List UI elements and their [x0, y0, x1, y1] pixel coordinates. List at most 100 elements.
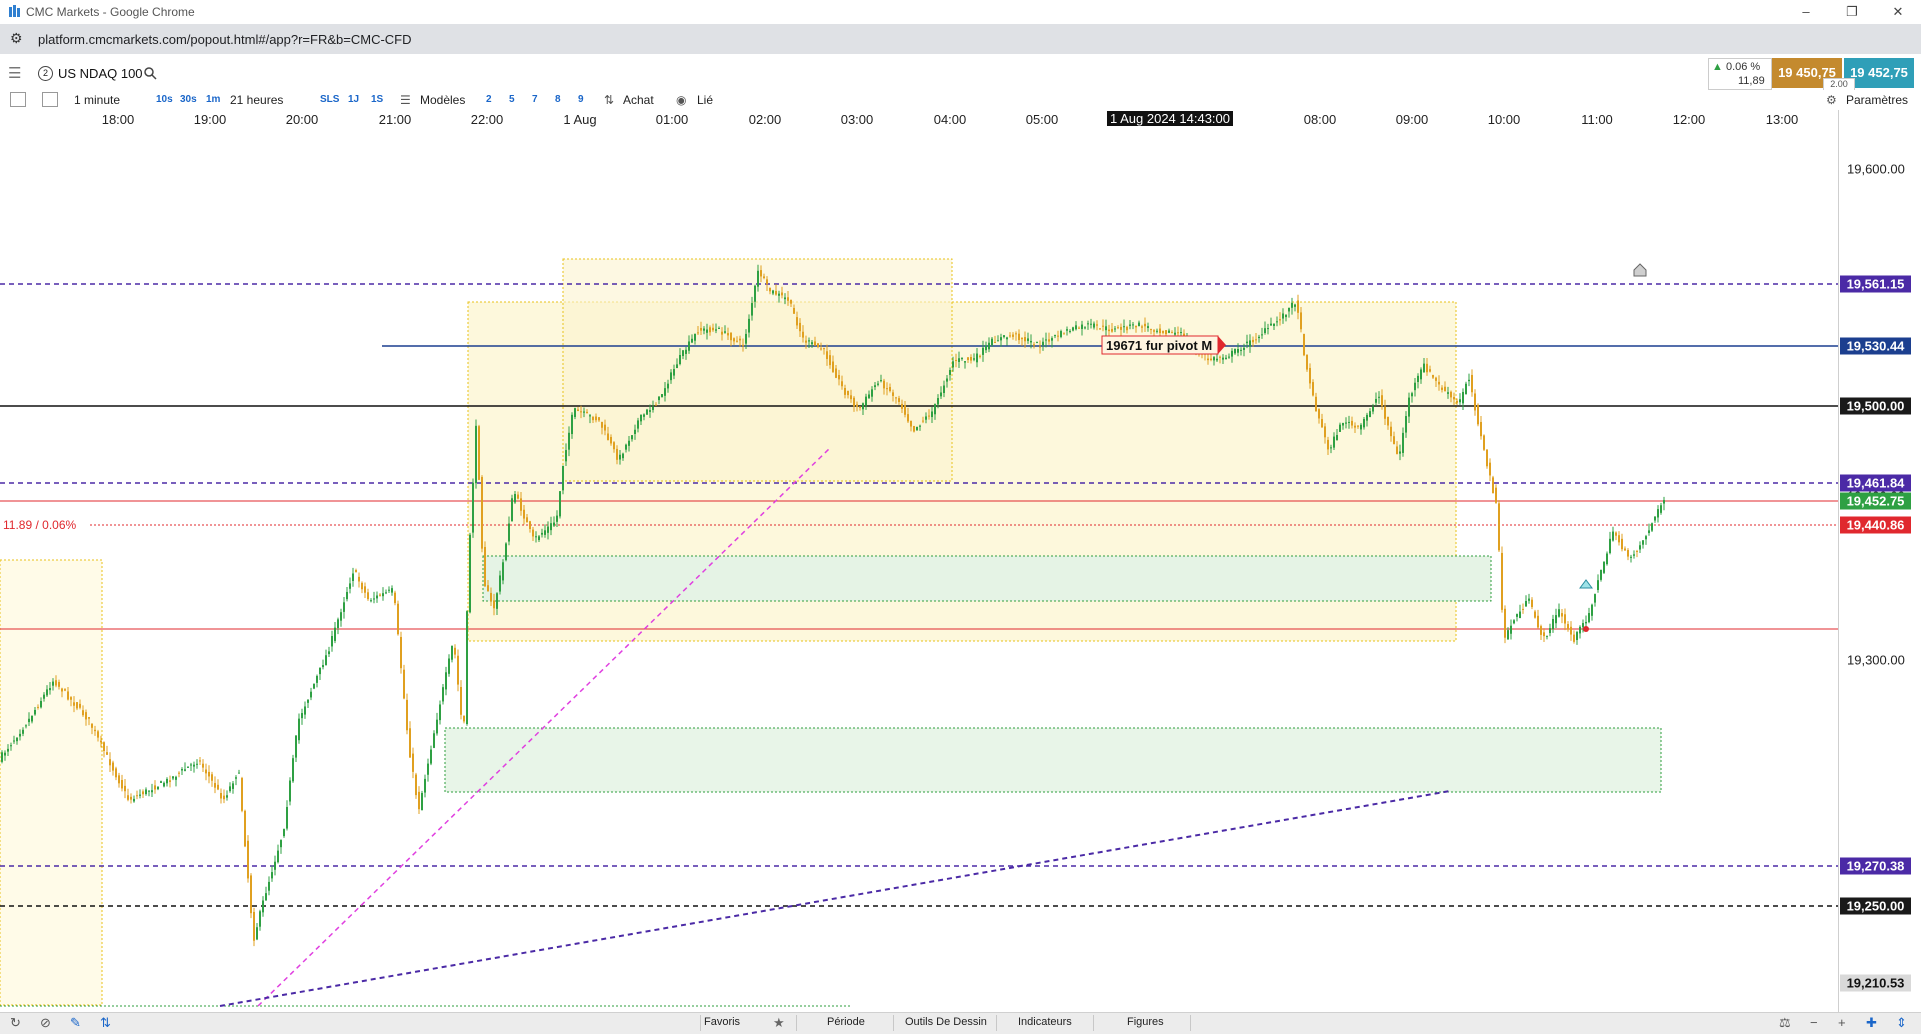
star-icon[interactable]: ★ — [773, 1015, 785, 1031]
candle-body — [709, 327, 711, 333]
buy-mode-button[interactable]: Achat — [623, 93, 654, 107]
range-select[interactable]: 21 heures — [230, 93, 283, 107]
interval-10s[interactable]: 10s — [156, 94, 173, 105]
divider — [1190, 1015, 1191, 1031]
candle-body — [502, 562, 504, 581]
candle-body — [1315, 396, 1317, 412]
candle-body — [289, 780, 291, 802]
candle-body — [256, 927, 258, 940]
count-8[interactable]: 8 — [555, 94, 561, 105]
candle-body — [1537, 615, 1539, 628]
candle-body — [688, 341, 690, 351]
candle-body — [16, 737, 18, 742]
candle-body — [298, 718, 300, 741]
crosshair-icon[interactable]: ✚ — [1866, 1015, 1877, 1031]
candle-body — [1513, 620, 1515, 624]
candle-body — [1645, 536, 1647, 540]
tab-periode[interactable]: Période — [827, 1016, 865, 1028]
menu-icon[interactable]: ☰ — [8, 64, 21, 82]
candle-body — [46, 689, 48, 696]
buy-arrows-icon[interactable]: ⇅ — [604, 93, 614, 107]
candle-body — [646, 409, 648, 415]
candle-body — [154, 785, 156, 790]
candle-body — [196, 763, 198, 765]
candle-body — [64, 689, 66, 691]
minimize-icon[interactable]: – — [1783, 0, 1829, 24]
candle-body — [1588, 613, 1590, 623]
candle-body — [472, 482, 474, 533]
move-icon[interactable]: ⇅ — [100, 1015, 111, 1031]
price-tag: 19,210.53 — [1840, 974, 1911, 992]
candle-body — [76, 702, 78, 709]
interval-select[interactable]: 1 minute — [74, 93, 120, 107]
candle-body — [1327, 439, 1329, 450]
candle-body — [1309, 367, 1311, 384]
tab-indicateurs[interactable]: Indicateurs — [1018, 1016, 1072, 1028]
candle-body — [547, 526, 549, 533]
candle-body — [778, 293, 780, 296]
linked-toggle[interactable]: Lié — [697, 93, 713, 107]
restore-icon[interactable]: ❐ — [1829, 0, 1875, 24]
eye-icon[interactable]: ◉ — [676, 93, 686, 107]
hide-drawings-icon[interactable]: ⊘ — [40, 1015, 51, 1031]
templates-menu[interactable]: Modèles — [420, 93, 465, 107]
candle-body — [1501, 552, 1503, 610]
candle-body — [181, 769, 183, 771]
candle-body — [775, 290, 777, 295]
candle-body — [331, 635, 333, 647]
candle-body — [700, 327, 702, 331]
tab-figures[interactable]: Figures — [1127, 1016, 1164, 1028]
instrument-name[interactable]: US NDAQ 100 — [58, 66, 143, 81]
candle-body — [1321, 419, 1323, 428]
url-field[interactable]: platform.cmcmarkets.com/popout.html#/app… — [38, 32, 412, 47]
candle-body — [508, 523, 510, 542]
fit-icon[interactable]: ⇕ — [1896, 1015, 1907, 1031]
interval-30s[interactable]: 30s — [180, 94, 197, 105]
zoom-out-icon[interactable]: − — [1810, 1015, 1818, 1030]
time-label: 05:00 — [1025, 112, 1059, 127]
candle-body — [943, 385, 945, 394]
candle-body — [352, 573, 354, 582]
count-5[interactable]: 5 — [509, 94, 515, 105]
price-chart[interactable]: 11.89 / 0.06% 19671 fur pivot M — [0, 128, 1838, 1012]
candle-body — [1657, 509, 1659, 518]
candle-body — [1222, 357, 1224, 360]
range-1j[interactable]: 1J — [348, 94, 359, 105]
chart-area[interactable]: 11.89 / 0.06% 19671 fur pivot M — [0, 128, 1838, 1012]
tab-favoris[interactable]: Favoris — [704, 1016, 740, 1028]
count-2[interactable]: 2 — [486, 94, 492, 105]
zoom-in-icon[interactable]: + — [1838, 1015, 1846, 1030]
candle-body — [247, 840, 249, 879]
count-7[interactable]: 7 — [532, 94, 538, 105]
range-sls[interactable]: SLS — [320, 94, 339, 105]
candle-body — [748, 318, 750, 333]
candle-body — [565, 450, 567, 462]
scale-icon[interactable]: ⚖ — [1779, 1015, 1791, 1031]
tab-outils-de-dessin[interactable]: Outils De Dessin — [905, 1016, 987, 1028]
candle-body — [856, 404, 858, 407]
candle-body — [1546, 635, 1548, 637]
candle-body — [1048, 339, 1050, 342]
time-label: 10:00 — [1487, 112, 1521, 127]
count-9[interactable]: 9 — [578, 94, 584, 105]
search-icon[interactable] — [144, 67, 157, 80]
layout-grid-icon[interactable] — [42, 92, 58, 107]
candle-body — [1072, 327, 1074, 331]
candle-body — [1, 752, 3, 762]
pencil-icon[interactable]: ✎ — [70, 1015, 81, 1031]
site-info-icon[interactable]: ⚙ — [10, 30, 23, 47]
settings-icon[interactable]: ⚙ — [1826, 93, 1837, 107]
refresh-icon[interactable]: ↻ — [10, 1015, 21, 1031]
candle-body — [448, 658, 450, 674]
candle-body — [301, 713, 303, 719]
close-icon[interactable]: ✕ — [1875, 0, 1921, 24]
interval-1m[interactable]: 1m — [206, 94, 220, 105]
range-1s[interactable]: 1S — [371, 94, 383, 105]
chart-list-icon[interactable] — [10, 92, 26, 107]
templates-icon[interactable]: ☰ — [400, 93, 411, 107]
candle-body — [526, 517, 528, 523]
candle-body — [964, 361, 966, 363]
price-axis[interactable]: 19,600.0019,400.0019,300.0019,561.1519,5… — [1838, 110, 1921, 1012]
candle-body — [1057, 335, 1059, 337]
settings-button[interactable]: Paramètres — [1846, 93, 1908, 107]
